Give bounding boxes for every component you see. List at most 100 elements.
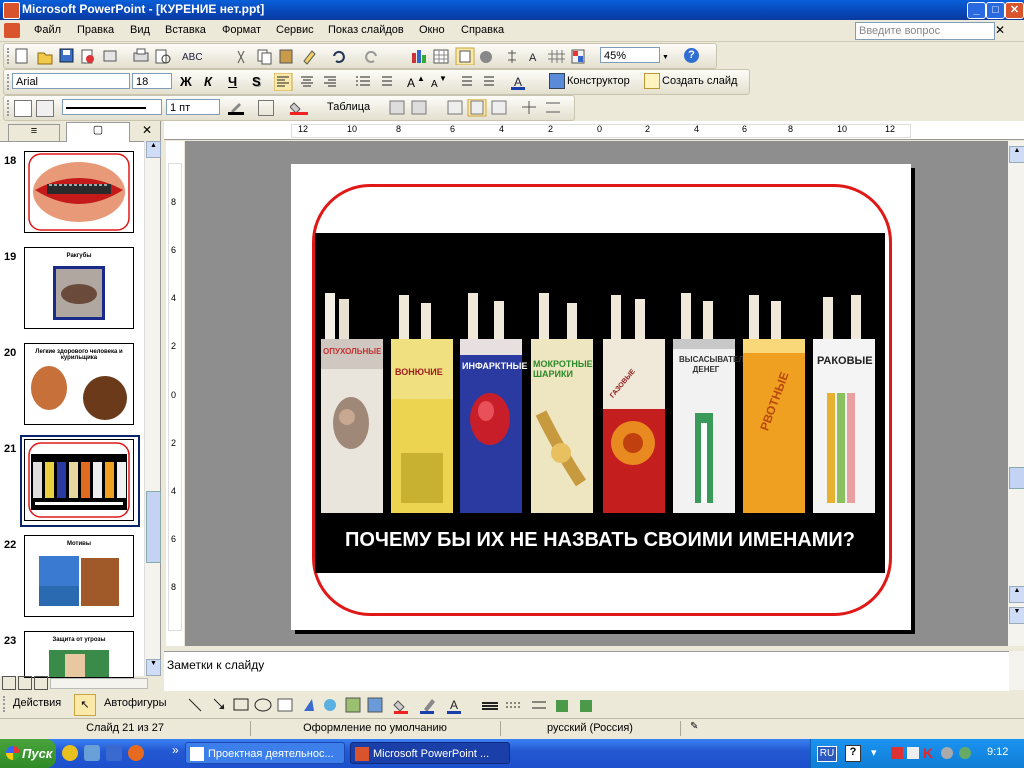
font-size-combo[interactable]: 18 [132,73,172,89]
maximize-button[interactable]: □ [986,2,1005,19]
quicklaunch-icon[interactable] [106,745,122,761]
language-indicator[interactable]: RU [817,746,837,762]
current-slide[interactable]: ОПУХОЛЬНЫЕ ВОНЮЧИЕ ИНФАРКТНЫЕ МОКРОТНЫЕ … [291,164,911,630]
toolbar-grip[interactable] [7,48,12,64]
tables-borders-toolbar: 1 пт Таблица [3,95,575,121]
tab-slides[interactable]: ▢ [66,122,130,142]
menu-window[interactable]: Окно [419,24,445,36]
menu-help[interactable]: Справка [461,24,504,36]
title-bar: Microsoft PowerPoint - [КУРЕНИЕ нет.ppt]… [0,0,1024,20]
slide-thumbnail-18[interactable] [24,151,134,233]
notes-scrollbar[interactable] [1009,651,1024,690]
pack-gassy: ГАЗОВЫЕ [603,293,667,513]
menu-slideshow[interactable]: Показ слайдов [328,24,404,36]
eraser-icon[interactable] [36,100,54,117]
slide-scrollbar[interactable]: ▲ ▲ ▼ [1008,141,1024,646]
slide-thumbnail-21[interactable] [24,439,134,521]
quicklaunch-icon[interactable] [84,745,100,761]
slides-scrollbar[interactable]: ▲ ▼ [144,141,161,676]
horizontal-scrollbar[interactable] [50,678,148,689]
menu-view[interactable]: Вид [130,24,150,36]
toolbar-grip[interactable] [3,696,8,712]
menu-insert[interactable]: Вставка [165,24,206,36]
help-icon[interactable]: ? [845,745,861,762]
shadow-button[interactable]: S [252,74,261,89]
close-pane-icon[interactable]: ✕ [142,123,152,137]
taskbar-item-powerpoint[interactable]: Microsoft PowerPoint ... [350,742,510,764]
slide-thumbnail-23[interactable]: Защита от угрозы [24,631,134,678]
menu-format[interactable]: Формат [222,24,261,36]
volume-icon[interactable] [907,747,919,759]
slide-thumbnail-20[interactable]: Легкие здорового человека и курильщика [24,343,134,425]
normal-view-icon[interactable] [2,676,16,690]
menu-file[interactable]: Файл [34,24,61,36]
scroll-up-icon[interactable]: ▲ [1009,586,1024,603]
tray-icon[interactable] [941,747,953,759]
new-slide-button[interactable]: Создать слайд [662,75,737,87]
line-width-combo[interactable]: 1 пт [166,99,220,115]
table-menu-button[interactable]: Таблица [327,101,370,113]
scroll-up-icon[interactable]: ▲ [146,141,161,158]
minimize-button[interactable]: _ [967,2,986,19]
font-name-combo[interactable]: Arial [12,73,130,89]
network-icon[interactable] [959,747,971,759]
borders-icon[interactable] [258,100,274,116]
horizontal-ruler: 12 10 8 6 4 2 0 2 4 6 8 10 12 [164,121,1024,140]
taskbar-item-doc[interactable]: Проектная деятельнос... [185,742,345,764]
scroll-down-icon[interactable]: ▼ [146,659,161,676]
clock[interactable]: 9:12 [987,746,1008,758]
spellcheck-icon[interactable]: ✎ [690,721,710,735]
zoom-combo[interactable]: 45% [600,47,660,63]
border-color-icon[interactable] [228,100,244,115]
drawing-toolbar: Действия ↖ Автофигуры A [0,692,1024,717]
close-button[interactable]: ✕ [1005,2,1024,19]
line-style-combo[interactable] [62,99,162,115]
design-icon[interactable] [549,73,565,89]
fill-color-icon[interactable] [289,100,308,115]
document-icon[interactable] [4,23,20,38]
zoom-dropdown-arrow[interactable]: ▼ [662,50,669,62]
tab-outline[interactable]: ≡ [8,124,60,141]
new-slide-icon[interactable] [644,73,660,89]
tray-icon[interactable] [891,747,903,759]
scroll-thumb[interactable] [146,491,161,563]
scroll-down-icon[interactable]: ▼ [1009,607,1024,624]
select-pointer-icon[interactable]: ↖ [74,694,96,716]
close-doc-icon[interactable]: ✕ [995,23,1005,37]
scroll-up-icon[interactable]: ▲ [1009,146,1024,163]
firefox-icon[interactable] [128,745,144,761]
designer-button[interactable]: Конструктор [567,75,630,87]
tray-arrow-icon[interactable]: ▾ [871,746,877,759]
antivirus-icon[interactable]: K [923,745,933,761]
underline-button[interactable]: Ч [228,74,237,89]
slideshow-view-icon[interactable] [34,676,48,690]
slide-thumbnail-19[interactable]: Ракгубы [24,247,134,329]
autoshapes-menu[interactable]: Автофигуры [104,697,167,709]
draw-table-icon[interactable] [14,100,32,117]
svg-text:A: A [529,52,537,64]
drawing-tools-icons[interactable]: A [186,695,616,715]
sorter-view-icon[interactable] [18,676,32,690]
cigarette-packs-picture: ОПУХОЛЬНЫЕ ВОНЮЧИЕ ИНФАРКТНЫЕ МОКРОТНЫЕ … [315,233,885,573]
menu-tools[interactable]: Сервис [276,24,314,36]
bold-button[interactable]: Ж [180,74,192,89]
help-icon[interactable]: ? [684,48,699,63]
slide-number: 23 [4,635,17,647]
more-icon[interactable]: » [172,743,179,757]
status-language: русский (Россия) [500,721,681,736]
slide-thumbnail-22[interactable]: Мотивы [24,535,134,617]
italic-button[interactable]: К [204,74,212,89]
notes-pane[interactable]: Заметки к слайду [164,651,1009,691]
ask-question-input[interactable]: Введите вопрос [855,22,995,40]
table-tools-icons[interactable] [388,99,568,117]
quicklaunch-icon[interactable] [62,745,78,761]
powerpoint-app-icon[interactable] [3,2,20,19]
formatting-toolbar-icons[interactable]: A ▲ A▼ A [274,73,544,91]
menu-edit[interactable]: Правка [77,24,114,36]
pack-stinky: ВОНЮЧИЕ [391,293,455,513]
toolbar-grip[interactable] [7,100,12,116]
ruler-label: 4 [171,486,177,496]
actions-menu[interactable]: Действия [13,697,61,709]
scroll-thumb[interactable] [1009,467,1024,489]
ruler-label: 10 [837,124,848,134]
